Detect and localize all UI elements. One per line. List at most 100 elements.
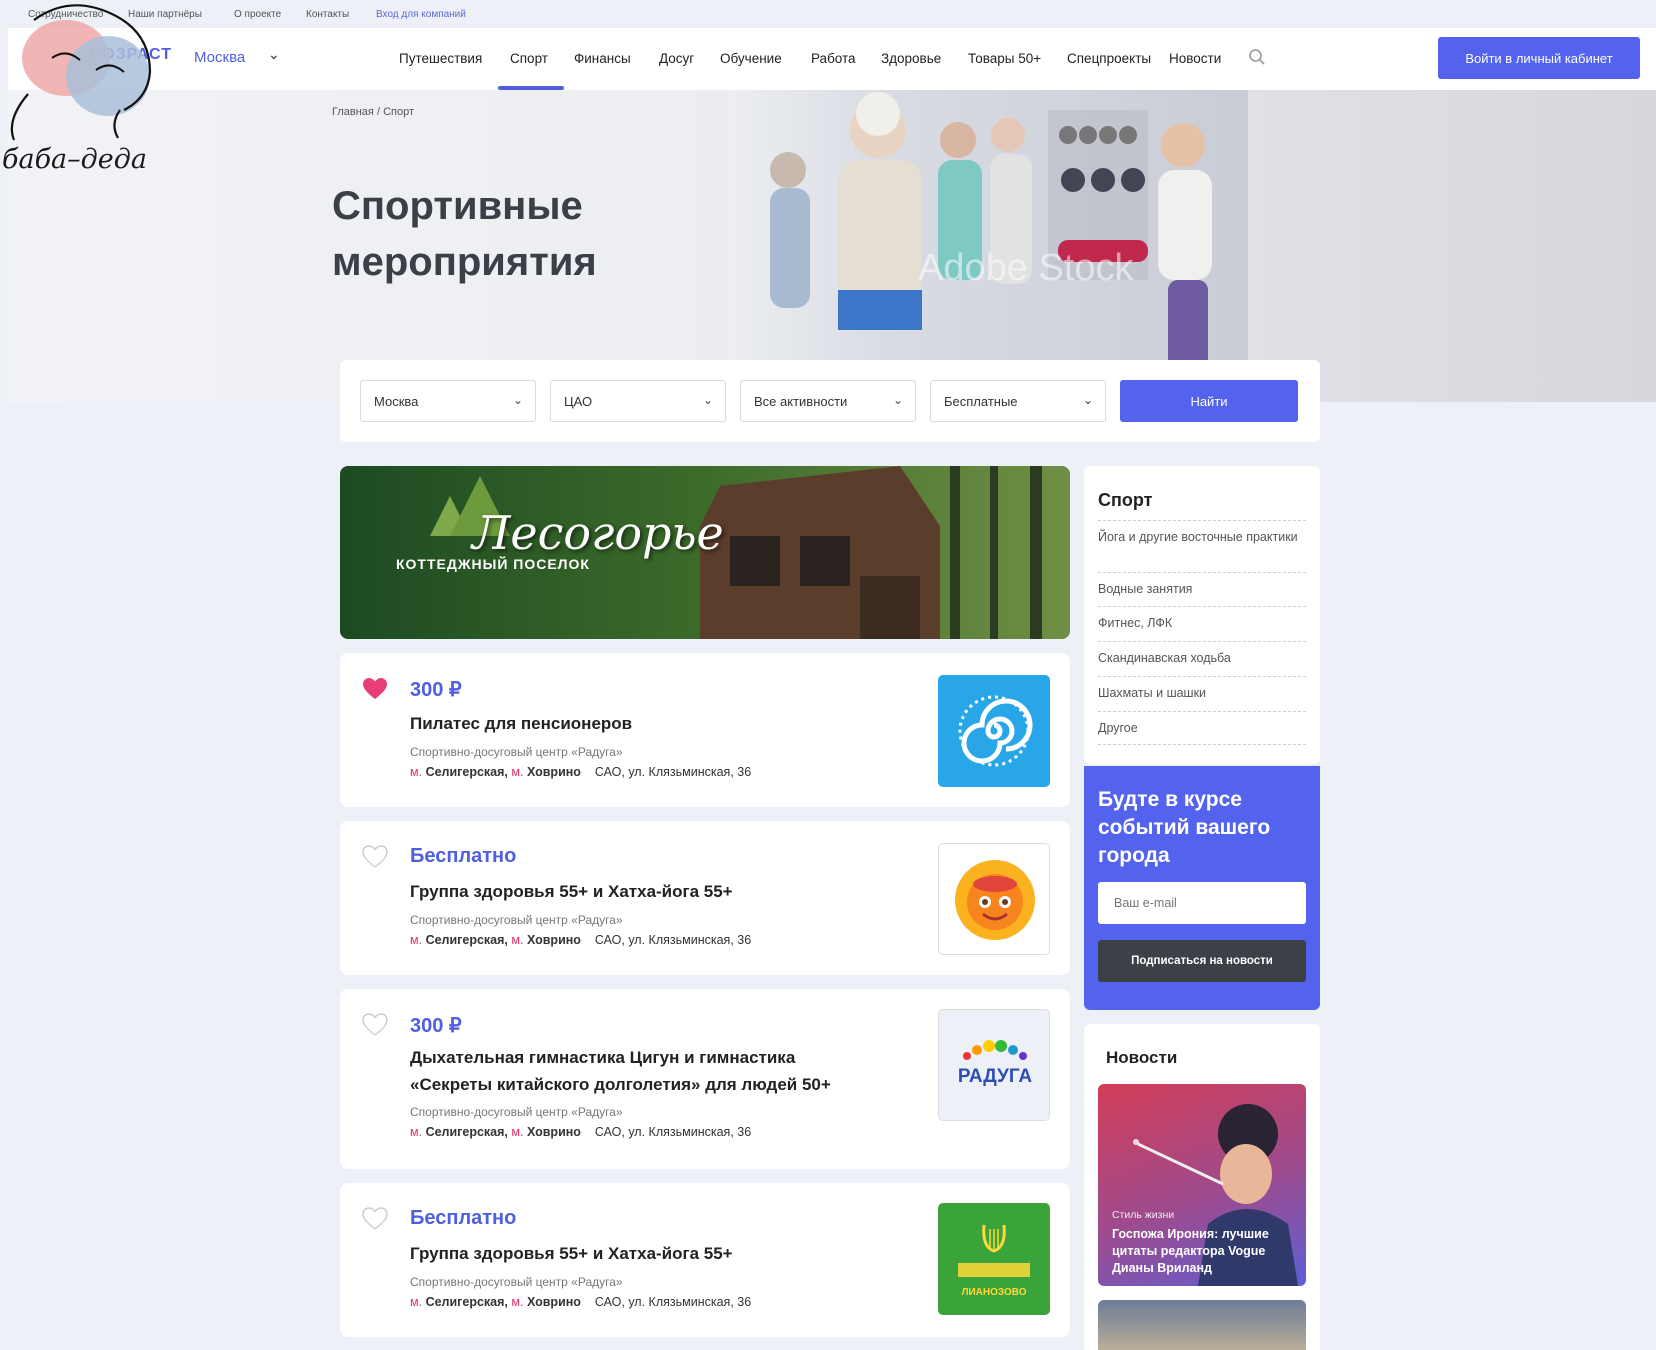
sidebar-item-other[interactable]: Другое xyxy=(1098,711,1306,745)
nav-leisure[interactable]: Досуг xyxy=(659,51,694,66)
event-organizer: Спортивно-досуговый центр «Радуга» xyxy=(410,745,623,759)
raduga-logo-text: РАДУГА xyxy=(958,1066,1033,1087)
sidebar-item-water[interactable]: Водные занятия xyxy=(1098,572,1306,606)
chevron-down-icon[interactable]: ⌄ xyxy=(268,46,280,63)
ad-banner[interactable]: Лесогорье КОТТЕДЖНЫЙ ПОСЕЛОК xyxy=(340,466,1070,639)
sun-logo-icon xyxy=(955,860,1035,940)
event-organizer: Спортивно-досуговый центр «Радуга» xyxy=(410,1105,623,1119)
metro-station: Ховрино xyxy=(526,1125,581,1139)
chevron-down-icon: ⌄ xyxy=(702,393,713,407)
event-title[interactable]: Группа здоровья 55+ и Хатха-йога 55+ xyxy=(410,1240,880,1267)
sidebar-item-nordic-walking[interactable]: Скандинавская ходьба xyxy=(1098,641,1306,675)
news-title: Новости xyxy=(1106,1048,1178,1067)
nav-special[interactable]: Спецпроекты xyxy=(1067,51,1151,66)
news-item-title[interactable]: Госпожа Ирония: лучшие цитаты редактора … xyxy=(1112,1226,1296,1277)
top-links-bar: Сотрудничество Наши партнёры О проекте К… xyxy=(0,0,1656,28)
event-organizer: Спортивно-досуговый центр «Радуга» xyxy=(410,913,623,927)
breadcrumb-separator: / xyxy=(376,106,380,118)
chevron-down-icon: ⌄ xyxy=(512,393,523,407)
organizer-logo xyxy=(938,843,1050,955)
organizer-logo: ЛИАНОЗОВО xyxy=(938,1203,1050,1315)
nav-travel[interactable]: Путешествия xyxy=(399,51,482,66)
street-address: САО, ул. Клязьминская, 36 xyxy=(594,933,752,947)
heart-outline-icon[interactable] xyxy=(362,1207,388,1231)
lyre-logo-icon: ЛИАНОЗОВО xyxy=(958,1224,1030,1298)
subscribe-button[interactable]: Подписаться на новости xyxy=(1098,940,1306,982)
metro-icon: м. xyxy=(410,1295,423,1309)
nav-goods[interactable]: Товары 50+ xyxy=(968,51,1041,66)
event-price: 300 ₽ xyxy=(410,679,462,701)
street-address: САО, ул. Клязьминская, 36 xyxy=(594,1295,752,1309)
nav-work[interactable]: Работа xyxy=(811,51,856,66)
price-select-value: Бесплатные xyxy=(944,394,1018,409)
street-address: САО, ул. Клязьминская, 36 xyxy=(594,1125,752,1139)
news-category: Стиль жизни xyxy=(1112,1209,1175,1221)
about-link[interactable]: О проекте xyxy=(234,9,281,20)
metro-icon: м. xyxy=(410,1125,423,1139)
nav-health[interactable]: Здоровье xyxy=(881,51,941,66)
event-organizer: Спортивно-досуговый центр «Радуга» xyxy=(410,1275,623,1289)
company-login-link[interactable]: Вход для компаний xyxy=(376,9,466,20)
subscribe-title: Будте в курсе событий вашего города xyxy=(1098,788,1271,867)
price-select[interactable]: Бесплатные ⌄ xyxy=(930,380,1106,422)
organizer-logo: РАДУГА xyxy=(938,1009,1050,1121)
nav-sport[interactable]: Спорт xyxy=(510,51,548,66)
event-price: Бесплатно xyxy=(410,845,517,867)
breadcrumb-current: Спорт xyxy=(383,106,414,118)
banner-subtitle: КОТТЕДЖНЫЙ ПОСЕЛОК xyxy=(396,556,590,572)
sidebar-item-fitness[interactable]: Фитнес, ЛФК xyxy=(1098,606,1306,640)
hero-photo: Adobe Stock xyxy=(728,90,1248,402)
nav-finance[interactable]: Финансы xyxy=(574,51,631,66)
street-address: САО, ул. Клязьминская, 36 xyxy=(594,765,752,779)
metro-icon: м. xyxy=(511,1125,524,1139)
event-card[interactable]: 300 ₽ Пилатес для пенсионеров Спортивно-… xyxy=(340,653,1070,807)
sidebar-item-yoga[interactable]: Йога и другие восточные практики xyxy=(1098,520,1306,571)
heart-outline-icon[interactable] xyxy=(362,845,388,869)
event-address: м. Селигерская, м. Ховрино САО, ул. Кляз… xyxy=(410,1125,751,1139)
event-title[interactable]: Пилатес для пенсионеров xyxy=(410,710,880,737)
login-button[interactable]: Войти в личный кабинет xyxy=(1438,37,1640,79)
city-selector[interactable]: Москва xyxy=(194,49,245,66)
contacts-link[interactable]: Контакты xyxy=(306,9,349,20)
email-field[interactable] xyxy=(1098,882,1306,924)
nav-news[interactable]: Новости xyxy=(1169,51,1221,66)
event-title[interactable]: Дыхательная гимнастика Цигун и гимнастик… xyxy=(410,1044,880,1098)
heart-filled-icon[interactable] xyxy=(362,677,388,701)
event-card[interactable]: Бесплатно Группа здоровья 55+ и Хатха-йо… xyxy=(340,821,1070,975)
sidebar-item-chess[interactable]: Шахматы и шашки xyxy=(1098,676,1306,710)
activity-select[interactable]: Все активности ⌄ xyxy=(740,380,916,422)
search-icon[interactable] xyxy=(1248,48,1266,66)
breadcrumb: Главная / Спорт xyxy=(332,106,414,118)
news-card[interactable]: Стиль жизни Госпожа Ирония: лучшие цитат… xyxy=(1098,1084,1306,1286)
spiral-logo-icon xyxy=(958,695,1033,767)
news-card[interactable] xyxy=(1098,1300,1306,1350)
city-select[interactable]: Москва ⌄ xyxy=(360,380,536,422)
event-title[interactable]: Группа здоровья 55+ и Хатха-йога 55+ xyxy=(410,878,880,905)
hero-section: Adobe Stock xyxy=(8,90,1656,402)
chevron-down-icon: ⌄ xyxy=(892,393,903,407)
metro-station: Селигерская, xyxy=(425,933,508,947)
metro-icon: м. xyxy=(410,765,423,779)
event-address: м. Селигерская, м. Ховрино САО, ул. Кляз… xyxy=(410,933,751,947)
activity-select-value: Все активности xyxy=(754,394,848,409)
event-card[interactable]: Бесплатно Группа здоровья 55+ и Хатха-йо… xyxy=(340,1183,1070,1337)
district-select[interactable]: ЦАО ⌄ xyxy=(550,380,726,422)
banner-title: Лесогорье xyxy=(472,506,724,560)
breadcrumb-home[interactable]: Главная xyxy=(332,106,374,118)
metro-icon: м. xyxy=(410,933,423,947)
chevron-down-icon: ⌄ xyxy=(1082,393,1093,407)
find-button[interactable]: Найти xyxy=(1120,380,1298,422)
metro-icon: м. xyxy=(511,1295,524,1309)
metro-station: Ховрино xyxy=(526,765,581,779)
nav-education[interactable]: Обучение xyxy=(720,51,782,66)
news-panel: Новости Стиль жизни Госпожа Ирония: лучш… xyxy=(1084,1024,1320,1350)
metro-station: Селигерская, xyxy=(425,1295,508,1309)
event-price: Бесплатно xyxy=(410,1207,517,1229)
organizer-logo xyxy=(938,675,1050,787)
event-price: 300 ₽ xyxy=(410,1015,462,1037)
heart-outline-icon[interactable] xyxy=(362,1013,388,1037)
metro-icon: м. xyxy=(511,765,524,779)
city-select-value: Москва xyxy=(374,394,419,409)
sidebar-title: Спорт xyxy=(1098,490,1153,510)
event-card[interactable]: 300 ₽ Дыхательная гимнастика Цигун и гим… xyxy=(340,989,1070,1169)
